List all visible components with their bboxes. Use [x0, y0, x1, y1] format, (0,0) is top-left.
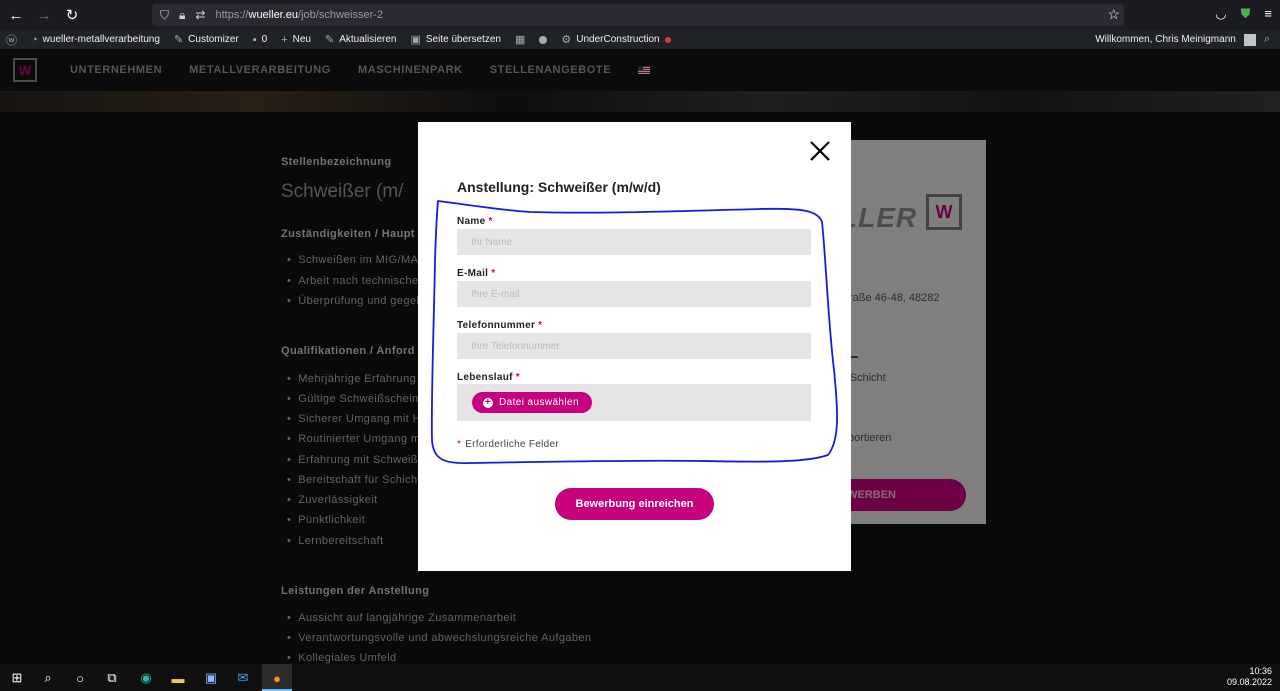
cortana-icon[interactable]: ○ [72, 670, 88, 686]
required-note: * Erforderliche Felder [457, 439, 560, 450]
brush-icon: ✎ [173, 34, 184, 46]
wp-under-construction[interactable]: ⚙ UnderConstruction [561, 33, 671, 46]
phone-input[interactable] [457, 333, 811, 359]
wp-status-dot[interactable] [539, 35, 548, 44]
clock-date: 09.08.2022 [1226, 677, 1272, 687]
system-clock[interactable]: 10:36 09.08.2022 [1227, 666, 1272, 688]
wp-comments[interactable]: ▪ 0 [253, 34, 267, 46]
wp-customizer[interactable]: ✎ Customizer [174, 33, 239, 46]
close-icon[interactable] [809, 140, 831, 162]
file-explorer-icon[interactable]: ▬ [170, 670, 186, 686]
windows-taskbar: ⊞ ⌕ ○ ⧉ ◉ ▬ ▣ ✉ ● 10:36 09.08.2022 [0, 664, 1280, 691]
avatar[interactable] [1243, 33, 1256, 46]
browser-toolbar: ← → ↻ ⛉ 🔒︎ ⇄ https://wueller.eu/job/schw… [0, 0, 1280, 30]
search-icon[interactable]: ⌕ [40, 670, 56, 686]
choose-file-label: Datei auswählen [499, 397, 579, 408]
search-icon[interactable]: ⌕ [1264, 33, 1270, 46]
plus-icon: + [281, 33, 288, 46]
name-label: Name * [457, 216, 493, 227]
gear-icon: ⚙ [561, 34, 572, 46]
plus-icon: + [483, 396, 493, 408]
url-text[interactable]: https://wueller.eu/job/schweisser-2 [215, 9, 383, 21]
address-bar[interactable]: ⛉ 🔒︎ ⇄ https://wueller.eu/job/schweisser… [152, 4, 1124, 26]
forward-icon[interactable]: → [32, 3, 56, 27]
modal-title: Anstellung: Schweißer (m/w/d) [457, 179, 661, 195]
firefox-icon[interactable]: ● [269, 670, 285, 686]
shield-icon[interactable]: ⛉ [160, 8, 169, 23]
email-label: E-Mail * [457, 268, 496, 279]
name-input[interactable] [457, 229, 811, 255]
wp-logo-icon[interactable]: ⓦ [6, 32, 17, 48]
wp-update[interactable]: ✎ Aktualisieren [325, 33, 396, 46]
extension-shield-icon[interactable]: ⛊ [1241, 6, 1251, 22]
task-view-icon[interactable]: ⧉ [104, 670, 120, 686]
reload-icon[interactable]: ↻ [60, 3, 84, 27]
pocket-icon[interactable]: ◡ [1215, 6, 1226, 22]
submit-application-button[interactable]: Bewerbung einreichen [555, 488, 714, 520]
phone-label: Telefonnummer * [457, 320, 543, 331]
windows-start-icon[interactable]: ⊞ [9, 670, 25, 686]
choose-file-button[interactable]: + Datei auswählen [472, 392, 592, 413]
back-icon[interactable]: ← [4, 3, 28, 27]
cv-upload-area[interactable]: + Datei auswählen [457, 384, 811, 421]
clock-time: 10:36 [1249, 666, 1272, 676]
wp-admin-bar: ⓦ ◔ wueller-metallverarbeitung ✎ Customize… [0, 30, 1280, 49]
application-modal: Anstellung: Schweißer (m/w/d) Name* E-Ma… [418, 122, 851, 571]
store-icon[interactable]: ▣ [203, 670, 219, 686]
comment-icon: ▪ [252, 33, 257, 46]
dashboard-icon: ◔ [31, 33, 38, 46]
email-input[interactable] [457, 281, 811, 307]
wp-new[interactable]: + Neu [281, 34, 311, 46]
status-dot [664, 36, 671, 43]
permissions-icon[interactable]: ⇄ [195, 8, 205, 22]
edge-icon[interactable]: ◉ [138, 670, 154, 686]
bookmark-star-icon[interactable]: ☆ [1107, 6, 1120, 23]
lock-icon[interactable]: 🔒︎ [179, 8, 185, 23]
mail-icon[interactable]: ✉ [235, 670, 251, 686]
cv-label: Lebenslauf * [457, 372, 520, 383]
wp-translate[interactable]: ▣ Seite übersetzen [410, 33, 500, 46]
pencil-icon: ✎ [325, 34, 335, 46]
hamburger-menu-icon[interactable]: ≡ [1264, 6, 1272, 22]
translate-icon: ▣ [410, 34, 421, 46]
wp-site-name[interactable]: ◔ wueller-metallverarbeitung [31, 34, 160, 46]
wp-yoast-icon[interactable]: ▦ [515, 33, 525, 46]
wp-welcome[interactable]: Willkommen, Chris Meinigmann [1095, 34, 1236, 45]
